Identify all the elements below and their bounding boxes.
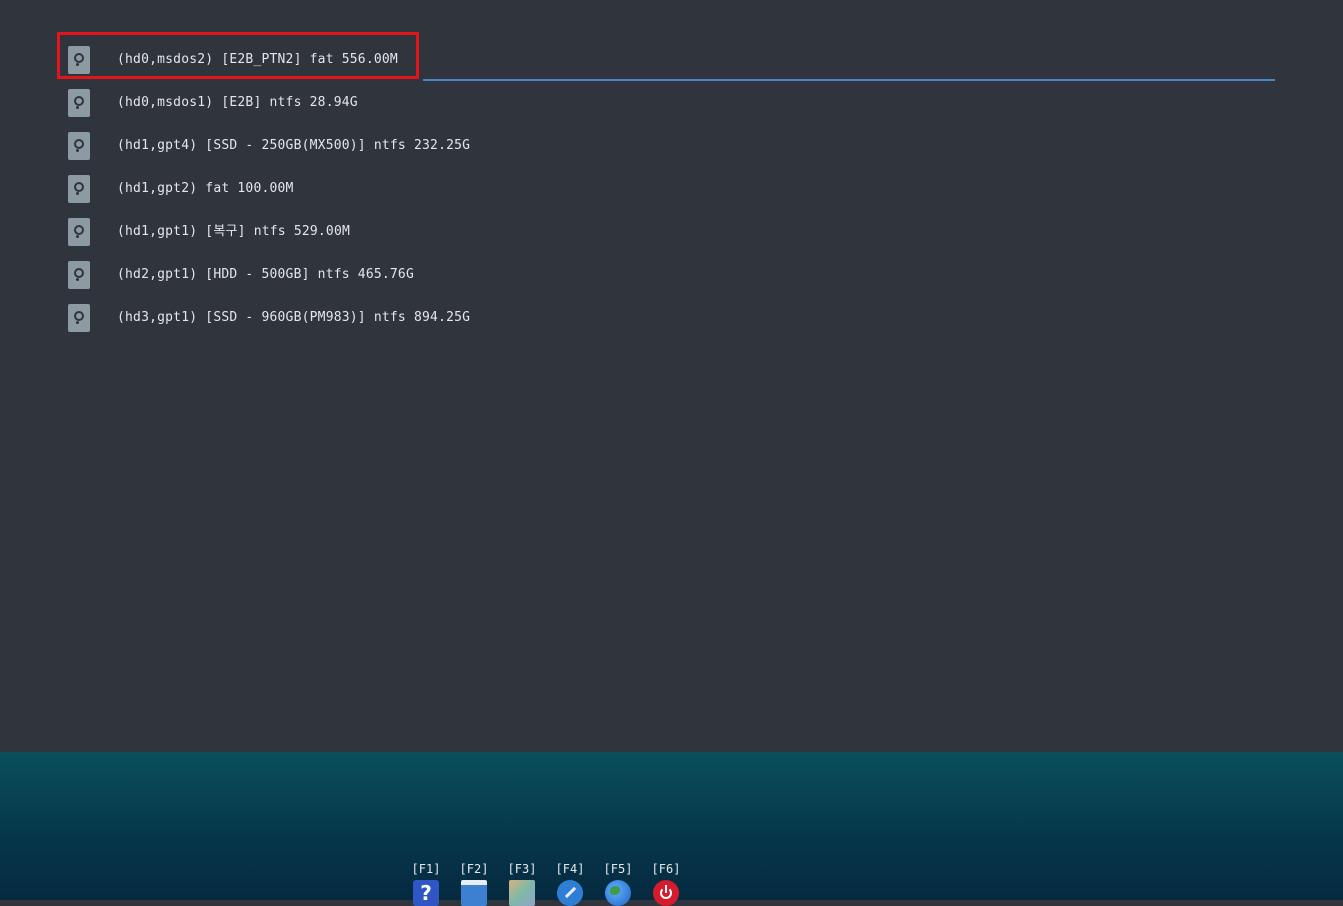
partition-item-hd1-gpt2[interactable]: (hd1,gpt2) fat 100.00M bbox=[68, 175, 1275, 218]
partition-item-hd0-msdos1[interactable]: (hd0,msdos1) [E2B] ntfs 28.94G bbox=[68, 89, 1275, 132]
partition-item-hd1-gpt1[interactable]: (hd1,gpt1) [복구] ntfs 529.00M bbox=[68, 218, 1275, 261]
power-icon bbox=[653, 880, 679, 906]
hotkey-f4-tools[interactable]: [F4] bbox=[546, 862, 594, 906]
partition-list: (hd0,msdos2) [E2B_PTN2] fat 556.00M (hd0… bbox=[68, 46, 1275, 347]
hard-disk-icon bbox=[68, 218, 90, 246]
globe-icon bbox=[605, 880, 631, 906]
hotkey-f6-power[interactable]: [F6] bbox=[642, 862, 690, 906]
hotkey-label: [F3] bbox=[507, 862, 537, 876]
hotkey-label: [F2] bbox=[459, 862, 489, 876]
hotkey-f5-globe[interactable]: [F5] bbox=[594, 862, 642, 906]
selection-underline bbox=[423, 79, 1275, 81]
hotkey-label: [F5] bbox=[603, 862, 633, 876]
hotkey-bar: [F1] [F2] [F3] [F4] [F5] [F6] bbox=[402, 862, 690, 906]
image-icon bbox=[509, 880, 535, 906]
hotkey-f1-help[interactable]: [F1] bbox=[402, 862, 450, 906]
help-icon bbox=[413, 880, 439, 906]
partition-item-hd2-gpt1[interactable]: (hd2,gpt1) [HDD - 500GB] ntfs 465.76G bbox=[68, 261, 1275, 304]
partition-label: (hd1,gpt4) [SSD - 250GB(MX500)] ntfs 232… bbox=[117, 138, 471, 153]
tools-icon bbox=[557, 880, 583, 906]
window-icon bbox=[461, 880, 487, 906]
hotkey-label: [F4] bbox=[555, 862, 585, 876]
hard-disk-icon bbox=[68, 89, 90, 117]
partition-label: (hd1,gpt2) fat 100.00M bbox=[117, 181, 294, 196]
highlight-box bbox=[57, 32, 419, 79]
hotkey-label: [F6] bbox=[651, 862, 681, 876]
hard-disk-icon bbox=[68, 304, 90, 332]
partition-label: (hd2,gpt1) [HDD - 500GB] ntfs 465.76G bbox=[117, 267, 414, 282]
partition-item-hd1-gpt4[interactable]: (hd1,gpt4) [SSD - 250GB(MX500)] ntfs 232… bbox=[68, 132, 1275, 175]
hard-disk-icon bbox=[68, 175, 90, 203]
partition-label: (hd0,msdos1) [E2B] ntfs 28.94G bbox=[117, 95, 358, 110]
partition-label: (hd3,gpt1) [SSD - 960GB(PM983)] ntfs 894… bbox=[117, 310, 471, 325]
hotkey-f2-window[interactable]: [F2] bbox=[450, 862, 498, 906]
partition-label: (hd1,gpt1) [복구] ntfs 529.00M bbox=[117, 224, 351, 239]
boot-menu-area: (hd0,msdos2) [E2B_PTN2] fat 556.00M (hd0… bbox=[0, 0, 1343, 752]
hard-disk-icon bbox=[68, 261, 90, 289]
hard-disk-icon bbox=[68, 132, 90, 160]
partition-item-hd3-gpt1[interactable]: (hd3,gpt1) [SSD - 960GB(PM983)] ntfs 894… bbox=[68, 304, 1275, 347]
hotkey-label: [F1] bbox=[411, 862, 441, 876]
hotkey-f3-image[interactable]: [F3] bbox=[498, 862, 546, 906]
